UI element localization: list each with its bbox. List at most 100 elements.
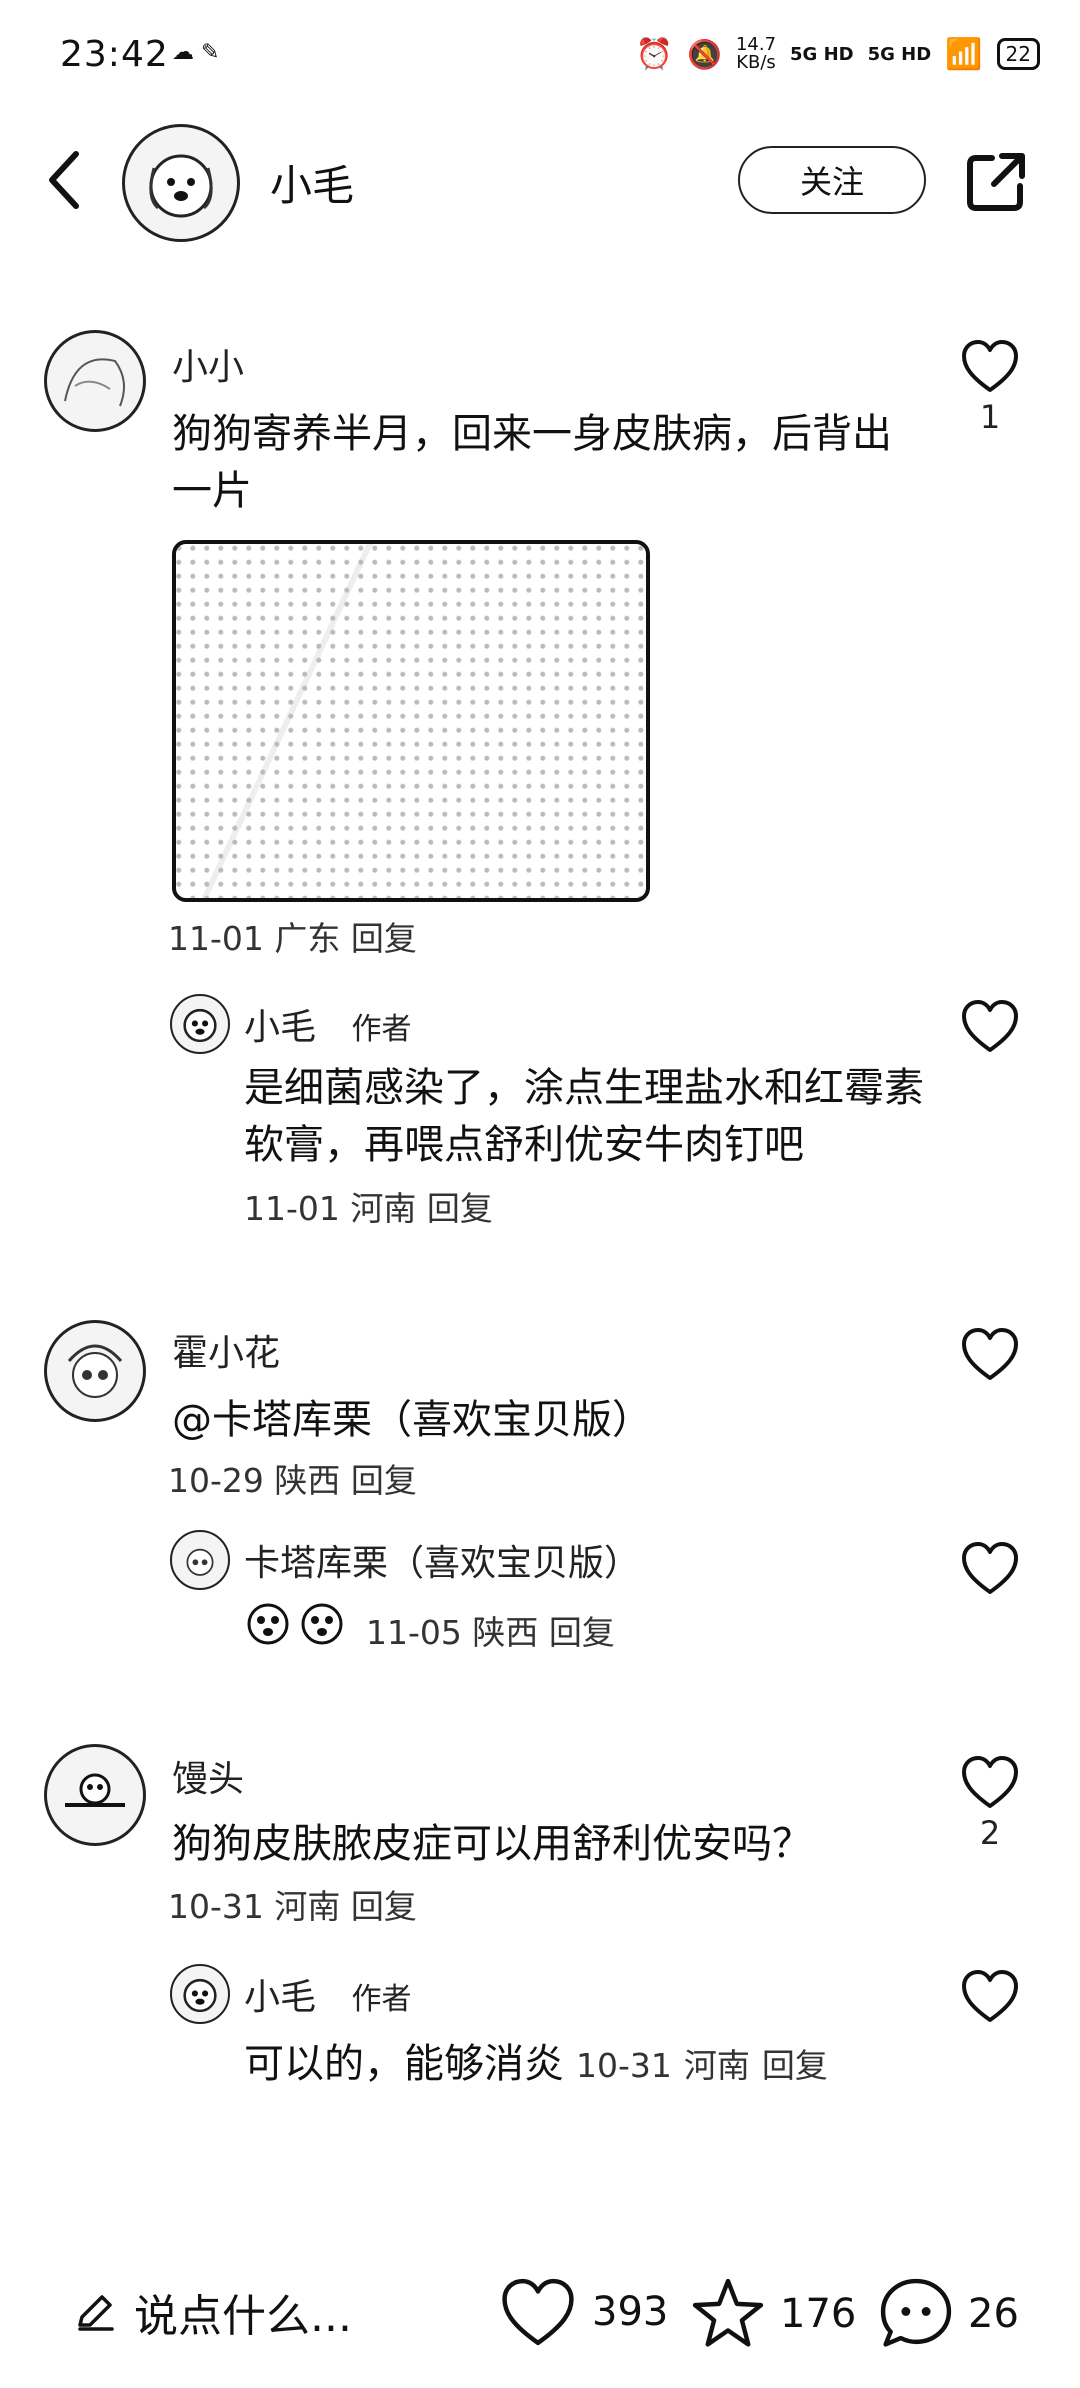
mute-icon: 🔕 (687, 37, 722, 71)
comment-meta: 10-31 河南 回复 (168, 1880, 417, 1928)
author-name[interactable]: 小毛 (270, 152, 354, 213)
reply-date: 10-31 (576, 2046, 672, 2085)
reply-avatar[interactable] (170, 1530, 230, 1590)
heart-icon (962, 1756, 1018, 1808)
notification-icon: ☁ ✎ (172, 40, 220, 65)
reply-text: 可以的，能够消炎 (244, 2041, 564, 2087)
reply-author: 小毛 作者 (244, 1968, 411, 2020)
dog-avatar-icon (183, 1978, 217, 2013)
comment-text: @卡塔库栗（喜欢宝贝版） (172, 1397, 652, 1443)
heart-icon (502, 2278, 574, 2346)
commenter-avatar[interactable] (44, 1744, 146, 1846)
reply-location: 河南 (350, 1189, 417, 1228)
alarm-icon: ⏰ (635, 36, 674, 72)
comment-input[interactable]: 说点什么... (74, 2280, 352, 2344)
reply-date: 11-01 (244, 1189, 340, 1228)
cartoon-avatar-icon (65, 1773, 125, 1807)
like-count: 2 (979, 1814, 1001, 1852)
comment-date: 11-01 (168, 919, 264, 958)
reply-link[interactable]: 回复 (549, 1613, 615, 1652)
reply-author-name[interactable]: 小毛 (244, 1977, 316, 2018)
avatar-sketch-icon (64, 358, 125, 407)
anime-avatar-icon (186, 1548, 214, 1576)
comment-icon (880, 2278, 952, 2347)
cry-sticker-icon (301, 1603, 343, 1645)
reply-location: 河南 (683, 2046, 750, 2085)
comment-total: 26 (968, 2291, 1019, 2337)
back-icon (49, 151, 79, 209)
back-button[interactable] (36, 148, 92, 212)
follow-button[interactable]: 关注 (738, 146, 926, 214)
battery-level: 22 (996, 38, 1040, 70)
like-count: 1 (979, 398, 1001, 436)
reply-meta: 11-05 陕西 回复 (366, 1606, 615, 1654)
author-tag: 作者 (351, 1982, 412, 2017)
status-indicators: ⏰ 🔕 14.7 KB/s 5G HD 5G HD 📶 22 (636, 36, 1040, 72)
comment-date: 10-29 (168, 1461, 264, 1500)
author-tag: 作者 (351, 1012, 412, 1047)
share-icon (967, 153, 1025, 211)
comment-like-button[interactable]: 1 (960, 338, 1020, 436)
comment-placeholder: 说点什么... (134, 2291, 352, 2342)
comment-post-button[interactable]: 26 (878, 2276, 1019, 2352)
anime-avatar-icon (67, 1344, 123, 1398)
reply-text: 是细菌感染了，涂点生理盐水和红霉素软膏，再喂点舒利优安牛肉钉吧 (244, 1065, 924, 1168)
reply-avatar[interactable] (170, 994, 230, 1054)
reply-meta: 11-01 河南 回复 (244, 1182, 493, 1230)
comment-date: 10-31 (168, 1887, 264, 1926)
like-post-button[interactable]: 393 (498, 2276, 668, 2348)
sim2-signal: 5G HD (867, 43, 932, 65)
reply-link[interactable]: 回复 (351, 1887, 417, 1926)
star-icon (692, 2278, 764, 2347)
reply-like-button[interactable] (960, 1968, 1020, 2028)
reply-author: 小毛 作者 (244, 998, 411, 1050)
reply-body: 可以的，能够消炎 10-31 河南 回复 (244, 2036, 828, 2093)
dog-avatar-icon (149, 154, 213, 218)
favorite-total: 176 (780, 2291, 857, 2337)
net-speed: 14.7 KB/s (736, 36, 776, 72)
commenter-name[interactable]: 小小 (172, 338, 244, 390)
pencil-icon (78, 2295, 114, 2331)
reply-link[interactable]: 回复 (351, 1461, 417, 1500)
reply-author-name[interactable]: 卡塔库栗（喜欢宝贝版） (244, 1534, 640, 1586)
reply-like-button[interactable] (960, 998, 1020, 1058)
author-avatar[interactable] (122, 124, 240, 242)
heart-icon (962, 1970, 1018, 2022)
like-total: 393 (592, 2289, 669, 2335)
reply-date: 11-05 (366, 1613, 462, 1652)
reply-link[interactable]: 回复 (427, 1189, 493, 1228)
comment-location: 陕西 (274, 1461, 341, 1500)
reply-link[interactable]: 回复 (762, 2039, 828, 2087)
wifi-icon: 📶 (945, 36, 983, 72)
sticker-emojis (244, 1598, 346, 1646)
favorite-post-button[interactable]: 176 (690, 2276, 856, 2352)
reply-author-name[interactable]: 小毛 (244, 1007, 316, 1048)
comment-text: 狗狗寄养半月，回来一身皮肤病，后背出一片 (172, 411, 892, 514)
dog-avatar-icon (183, 1008, 217, 1043)
cry-sticker-icon (247, 1603, 289, 1645)
heart-icon (962, 1542, 1018, 1594)
commenter-avatar[interactable] (44, 330, 146, 432)
comment-location: 广东 (274, 919, 341, 958)
reply-link[interactable]: 回复 (351, 919, 417, 958)
comment-meta: 11-01 广东 回复 (168, 912, 417, 960)
reply-avatar[interactable] (170, 1964, 230, 2024)
sim1-signal: 5G HD (790, 43, 854, 65)
heart-icon (962, 1000, 1018, 1052)
heart-icon (962, 1328, 1018, 1380)
commenter-name[interactable]: 馒头 (172, 1750, 244, 1802)
comment-meta: 10-29 陕西 回复 (168, 1454, 417, 1502)
comment-location: 河南 (274, 1887, 341, 1926)
commenter-name[interactable]: 霍小花 (172, 1324, 280, 1376)
reply-location: 陕西 (472, 1613, 539, 1652)
commenter-avatar[interactable] (44, 1320, 146, 1422)
comment-photo[interactable] (172, 540, 650, 902)
heart-icon (962, 340, 1018, 392)
status-time: 23:42 (60, 34, 169, 75)
net-speed-unit: KB/s (736, 52, 776, 73)
comment-like-button[interactable]: 2 (960, 1754, 1020, 1852)
reply-like-button[interactable] (960, 1540, 1020, 1600)
share-button[interactable] (962, 148, 1030, 216)
comment-like-button[interactable] (960, 1326, 1020, 1386)
comment-text: 狗狗皮肤脓皮症可以用舒利优安吗？ (172, 1821, 812, 1867)
